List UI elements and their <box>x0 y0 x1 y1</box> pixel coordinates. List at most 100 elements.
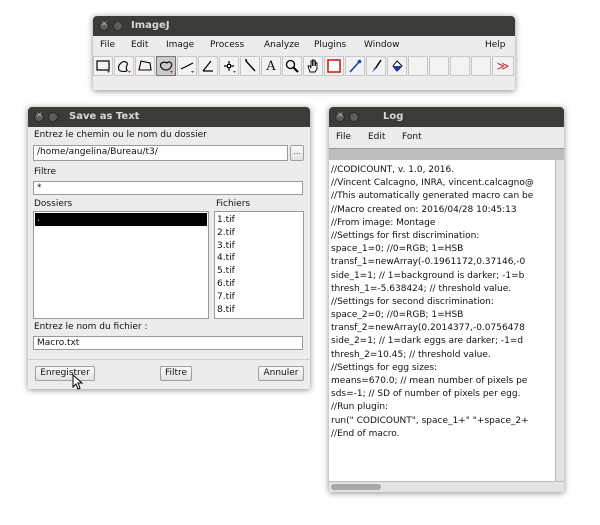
imagej-window: × ImageJ File Edit Image Process Analyze… <box>93 16 515 90</box>
filter-input[interactable]: * <box>33 181 303 195</box>
filter-label: Filtre <box>34 167 57 177</box>
line-tool-icon[interactable] <box>177 56 197 76</box>
save-as-text-dialog: × Save as Text Entrez le chemin ou le no… <box>28 107 310 390</box>
empty-tool-slot[interactable] <box>471 56 491 76</box>
file-item[interactable]: 8.tif <box>215 304 303 317</box>
log-line: run(" CODICOUNT", space_1+" "+space_2+ <box>331 415 529 426</box>
rectangle-tool-icon[interactable] <box>93 56 113 76</box>
folder-item[interactable]: . <box>35 213 207 226</box>
mouse-cursor-icon <box>72 374 84 390</box>
horizontal-scrollbar[interactable] <box>329 481 564 492</box>
filter-button-label: Filtre <box>164 368 188 378</box>
log-line: thresh_1=-5.638424; // threshold value. <box>331 283 512 294</box>
path-label: Entrez le chemin ou le nom du dossier <box>34 130 207 140</box>
menu-edit[interactable]: Edit <box>368 132 385 142</box>
log-line: //Settings for egg sizes: <box>331 362 438 373</box>
menu-window[interactable]: Window <box>364 40 400 50</box>
log-window: × Log File Edit Font //CODICOUNT, v. 1.0… <box>329 107 564 492</box>
button-row-divider <box>28 359 310 360</box>
menubar: File Edit Image Process Analyze Plugins … <box>93 36 515 54</box>
browse-button-label: ... <box>293 147 301 156</box>
polygon-tool-icon[interactable] <box>135 56 155 76</box>
save-button[interactable]: Enregistrer <box>35 366 95 381</box>
log-titlebar[interactable]: × Log <box>329 107 564 127</box>
path-input[interactable]: /home/angelina/Bureau/t3/ <box>33 145 288 161</box>
log-line: //Settings for second discrimination: <box>331 296 494 307</box>
files-label: Fichiers <box>216 199 251 209</box>
file-item[interactable]: 6.tif <box>215 278 303 291</box>
filename-label: Entrez le nom du fichier : <box>34 322 148 332</box>
more-tools-icon[interactable]: ≫ <box>492 56 514 76</box>
color-picker-tool-icon[interactable] <box>324 56 344 76</box>
log-line: //Run plugin: <box>331 402 389 413</box>
minimize-icon[interactable] <box>349 112 359 122</box>
folders-label: Dossiers <box>34 199 73 209</box>
point-tool-icon[interactable] <box>219 56 239 76</box>
folders-list[interactable]: . <box>33 211 209 319</box>
log-line: side_2=1; // 1=dark eggs are darker; -1=… <box>331 336 524 347</box>
more-tools-glyph: ≫ <box>496 59 510 73</box>
menu-image[interactable]: Image <box>166 40 194 50</box>
menu-file[interactable]: File <box>100 40 115 50</box>
pipette-tool-icon[interactable] <box>345 56 365 76</box>
log-line: //CODICOUNT, v. 1.0, 2016. <box>331 165 455 175</box>
log-line: side_1=1; // 1=background is darker; -1=… <box>331 270 525 281</box>
menu-edit[interactable]: Edit <box>131 40 148 50</box>
log-menubar: File Edit Font <box>329 127 564 147</box>
filter-button[interactable]: Filtre <box>160 366 192 381</box>
hand-tool-icon[interactable] <box>303 56 323 76</box>
file-item[interactable]: 4.tif <box>215 252 303 265</box>
close-icon[interactable]: × <box>335 110 345 122</box>
toolbar: A ≫ <box>93 54 515 80</box>
files-list[interactable]: 1.tif 2.tif 3.tif 4.tif 5.tif 6.tif 7.ti… <box>214 211 304 319</box>
log-line: transf_2=newArray(0.2014377,-0.0756478 <box>331 323 525 334</box>
file-item[interactable]: 3.tif <box>215 240 303 253</box>
freehand-tool-icon[interactable] <box>114 56 134 76</box>
close-icon[interactable]: × <box>99 19 109 31</box>
log-text-area[interactable]: //CODICOUNT, v. 1.0, 2016. //Vincent Cal… <box>329 160 555 481</box>
empty-tool-slot[interactable] <box>429 56 449 76</box>
empty-tool-slot[interactable] <box>408 56 428 76</box>
angle-tool-icon[interactable] <box>198 56 218 76</box>
log-line: //Settings for first discrimination: <box>331 230 480 241</box>
save-dialog-titlebar[interactable]: × Save as Text <box>28 107 310 127</box>
text-tool-icon[interactable]: A <box>261 56 281 76</box>
log-line: transf_1=newArray(-0.1961172,0.37146,-0 <box>331 257 526 268</box>
close-icon[interactable]: × <box>34 110 44 122</box>
file-item[interactable]: 5.tif <box>215 265 303 278</box>
file-item[interactable]: 2.tif <box>215 227 303 240</box>
filename-input[interactable]: Macro.txt <box>33 336 303 350</box>
empty-tool-slot[interactable] <box>450 56 470 76</box>
menu-font[interactable]: Font <box>402 132 422 142</box>
menu-process[interactable]: Process <box>210 40 244 50</box>
menu-analyze[interactable]: Analyze <box>264 40 299 50</box>
log-line: means=670.0; // mean number of pixels pe <box>331 376 528 386</box>
log-line: space_2=0; //0=RGB; 1=HSB <box>331 310 464 321</box>
horizontal-scrollbar-thumb[interactable] <box>331 484 381 490</box>
log-line: //Macro created on: 2016/04/28 10:45:13 <box>331 204 517 215</box>
oval-tool-icon[interactable] <box>156 56 176 76</box>
wand-tool-icon[interactable] <box>240 56 260 76</box>
brush-tool-icon[interactable] <box>366 56 386 76</box>
magnifier-tool-icon[interactable] <box>282 56 302 76</box>
window-title: ImageJ <box>131 20 170 31</box>
menu-plugins[interactable]: Plugins <box>314 40 346 50</box>
log-line: thresh_2=10.45; // threshold value. <box>331 349 491 360</box>
file-item[interactable]: 1.tif <box>215 214 303 227</box>
log-line: //From image: Montage <box>331 217 436 228</box>
imagej-titlebar[interactable]: × ImageJ <box>93 16 515 36</box>
cancel-button[interactable]: Annuler <box>258 366 304 381</box>
log-line: space_1=0; //0=RGB; 1=HSB <box>331 244 464 255</box>
browse-button[interactable]: ... <box>290 145 304 161</box>
vertical-scrollbar[interactable] <box>555 160 564 481</box>
window-title: Log <box>383 111 404 122</box>
log-line: sds=-1; // SD of number of pixels per eg… <box>331 389 521 400</box>
cancel-button-label: Annuler <box>263 368 299 378</box>
flood-fill-tool-icon[interactable] <box>387 56 407 76</box>
menu-help[interactable]: Help <box>485 40 506 50</box>
minimize-icon[interactable] <box>48 112 58 122</box>
log-line: //Vincent Calcagno, INRA, vincent.calcag… <box>331 178 534 189</box>
file-item[interactable]: 7.tif <box>215 291 303 304</box>
minimize-icon[interactable] <box>113 21 123 31</box>
menu-file[interactable]: File <box>336 132 351 142</box>
